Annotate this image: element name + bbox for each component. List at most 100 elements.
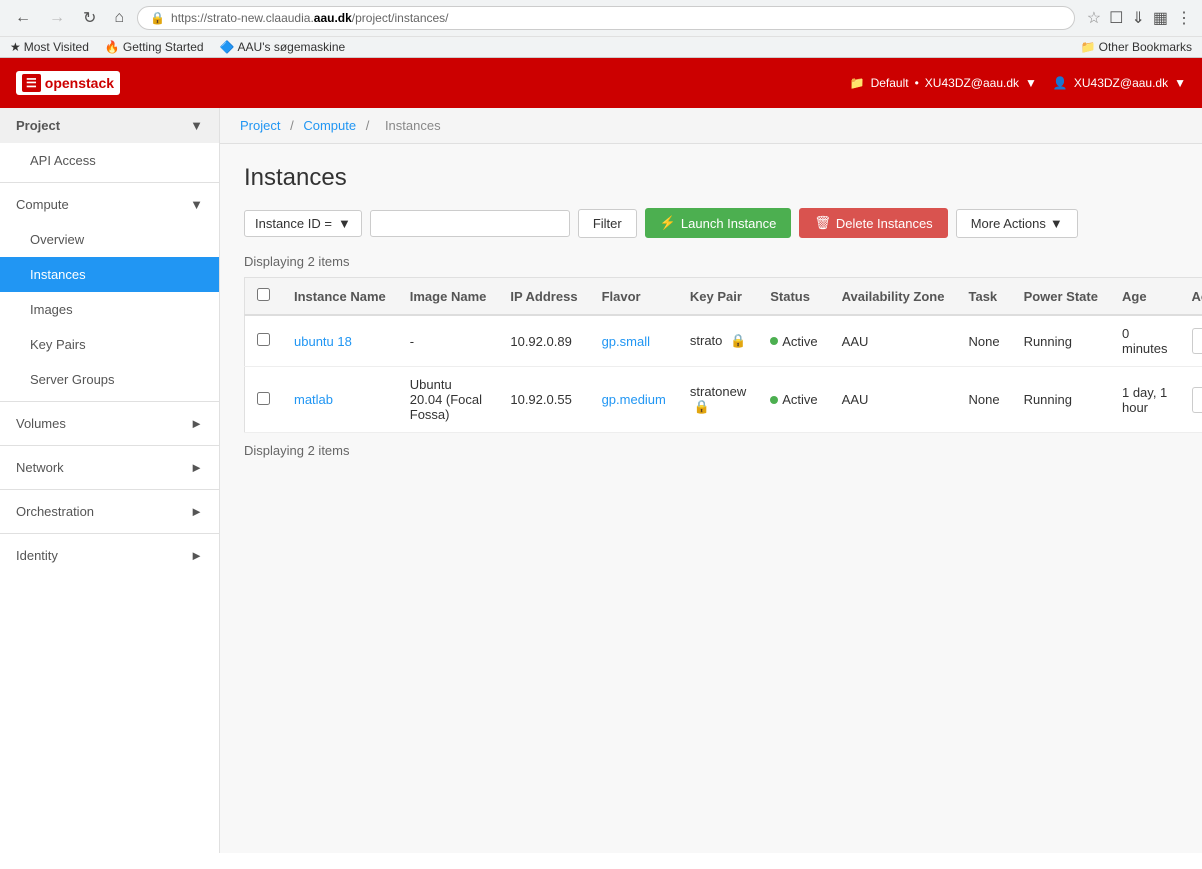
reload-button[interactable]: ↻ [78,6,101,30]
row1-instance-link[interactable]: ubuntu 18 [294,334,352,349]
separator-5 [0,533,219,534]
sidebar-item-server-groups[interactable]: Server Groups [0,362,219,397]
select-all-checkbox[interactable] [257,288,270,301]
status-dot [770,337,778,345]
row1-create-snapshot-btn[interactable]: Create Snapshot [1192,328,1202,354]
top-header: ☰ openstack 📁 Default • XU43DZ@aau.dk ▼ … [0,58,1202,108]
row2-age: 1 day, 1 hour [1110,367,1180,433]
sidebar-item-key-pairs[interactable]: Key Pairs [0,327,219,362]
extensions-button[interactable]: ☐ [1109,8,1123,28]
user-email-header: XU43DZ@aau.dk [925,76,1019,90]
row2-instance-name: matlab [282,367,398,433]
bookmark-aau-search[interactable]: 🔷 AAU's søgemaskine [220,40,346,54]
filter-input[interactable] [370,210,570,237]
images-label: Images [30,302,73,317]
row2-checkbox[interactable] [257,392,270,405]
back-button[interactable]: ← [10,7,36,29]
top-header-right: 📁 Default • XU43DZ@aau.dk ▼ 👤 XU43DZ@aau… [850,76,1186,90]
server-groups-label: Server Groups [30,372,115,387]
filter-btn-label: Filter [593,216,622,231]
row1-checkbox[interactable] [257,333,270,346]
breadcrumb-instances: Instances [385,118,441,133]
th-status: Status [758,278,829,316]
chevron-down-icon: ▼ [190,197,203,212]
launch-instance-button[interactable]: ⚡ Launch Instance [645,208,792,238]
filter-button[interactable]: Filter [578,209,637,238]
row1-actions: Create Snapshot ▼ [1180,315,1202,367]
instances-table: Instance Name Image Name IP Address Flav… [244,277,1202,433]
row2-az: AAU [830,367,957,433]
breadcrumb-sep-2: / [366,118,373,133]
separator-2 [0,401,219,402]
sidebar-item-orchestration[interactable]: Orchestration ► [0,494,219,529]
row1-task: None [956,315,1011,367]
sidebar-item-project[interactable]: Project ▼ [0,108,219,143]
sidebar-item-overview[interactable]: Overview [0,222,219,257]
url-display: https://strato-new.claaudia.aau.dk/proje… [171,11,448,25]
bookmark-other[interactable]: 📁 Other Bookmarks [1081,40,1192,54]
row2-image-name: Ubuntu 20.04 (Focal Fossa) [398,367,499,433]
bookmark-most-visited[interactable]: ★ Most Visited [10,40,89,54]
row1-ip-address: 10.92.0.89 [498,315,589,367]
lock-icon: 🔒 [730,333,746,348]
table-body: ubuntu 18 - 10.92.0.89 gp.small strato 🔒 [245,315,1202,433]
download-button[interactable]: ⇓ [1131,8,1144,28]
more-actions-button[interactable]: More Actions ▼ [956,209,1078,238]
th-task: Task [956,278,1011,316]
sidebar-item-network[interactable]: Network ► [0,450,219,485]
page-content: Instances Instance ID = ▼ Filter ⚡ Launc… [220,144,1202,478]
row2-flavor-link[interactable]: gp.medium [602,392,666,407]
address-bar[interactable]: 🔒 https://strato-new.claaudia.aau.dk/pro… [137,6,1075,30]
dropdown-chevron-user: ▼ [1174,76,1186,90]
row2-create-snapshot-btn[interactable]: Create Snapshot [1192,387,1202,413]
separator-1 [0,182,219,183]
app-wrapper: ☰ openstack 📁 Default • XU43DZ@aau.dk ▼ … [0,58,1202,853]
row2-flavor: gp.medium [590,367,678,433]
launch-icon: ⚡ [660,215,676,231]
main-content: Project / Compute / Instances Instances … [220,108,1202,853]
chevron-right-icon: ► [190,416,203,431]
trash-icon: 🗑 [814,215,831,231]
filter-dropdown-chevron: ▼ [338,216,351,231]
instances-label: Instances [30,267,86,282]
delete-instances-button[interactable]: 🗑 Delete Instances [799,208,947,238]
breadcrumb-compute[interactable]: Compute [303,118,356,133]
user-menu[interactable]: 👤 XU43DZ@aau.dk ▼ [1053,76,1186,90]
th-actions: Actions [1180,278,1202,316]
filter-dropdown[interactable]: Instance ID = ▼ [244,210,362,237]
url-suffix: /project/instances/ [352,11,449,25]
tab-grid-button[interactable]: ▦ [1153,8,1168,28]
status-dot-2 [770,396,778,404]
th-availability-zone: Availability Zone [830,278,957,316]
sidebar-item-api-access[interactable]: API Access [0,143,219,178]
breadcrumb-project[interactable]: Project [240,118,280,133]
browser-action-icons: ☐ ⇓ ▦ ⋮ [1109,8,1192,28]
user-icon: 👤 [1053,76,1068,90]
table-header-row: Instance Name Image Name IP Address Flav… [245,278,1202,316]
folder-icon: 📁 [850,76,865,90]
bookmark-getting-started[interactable]: 🔥 Getting Started [105,40,204,54]
user-env-selector[interactable]: 📁 Default • XU43DZ@aau.dk ▼ [850,76,1037,90]
sidebar-item-compute[interactable]: Compute ▼ [0,187,219,222]
more-actions-label: More Actions [971,216,1046,231]
sidebar: Project ▼ API Access Compute ▼ Overview … [0,108,220,853]
th-age: Age [1110,278,1180,316]
row2-instance-link[interactable]: matlab [294,392,333,407]
bookmark-star[interactable]: ☆ [1087,8,1101,28]
orchestration-label: Orchestration [16,504,94,519]
sidebar-item-instances[interactable]: Instances [0,257,219,292]
th-checkbox [245,278,283,316]
row1-image-name: - [398,315,499,367]
sidebar-item-volumes[interactable]: Volumes ► [0,406,219,441]
th-ip-address: IP Address [498,278,589,316]
home-button[interactable]: ⌂ [109,7,129,29]
row1-flavor-link[interactable]: gp.small [602,334,650,349]
forward-button[interactable]: → [44,7,70,29]
th-key-pair: Key Pair [678,278,758,316]
default-label: Default [871,76,909,90]
sidebar-item-identity[interactable]: Identity ► [0,538,219,573]
bookmarks-bar: ★ Most Visited 🔥 Getting Started 🔷 AAU's… [0,36,1202,57]
sidebar-item-images[interactable]: Images [0,292,219,327]
openstack-logo-container: ☰ openstack [16,71,120,95]
more-options-button[interactable]: ⋮ [1176,8,1192,28]
